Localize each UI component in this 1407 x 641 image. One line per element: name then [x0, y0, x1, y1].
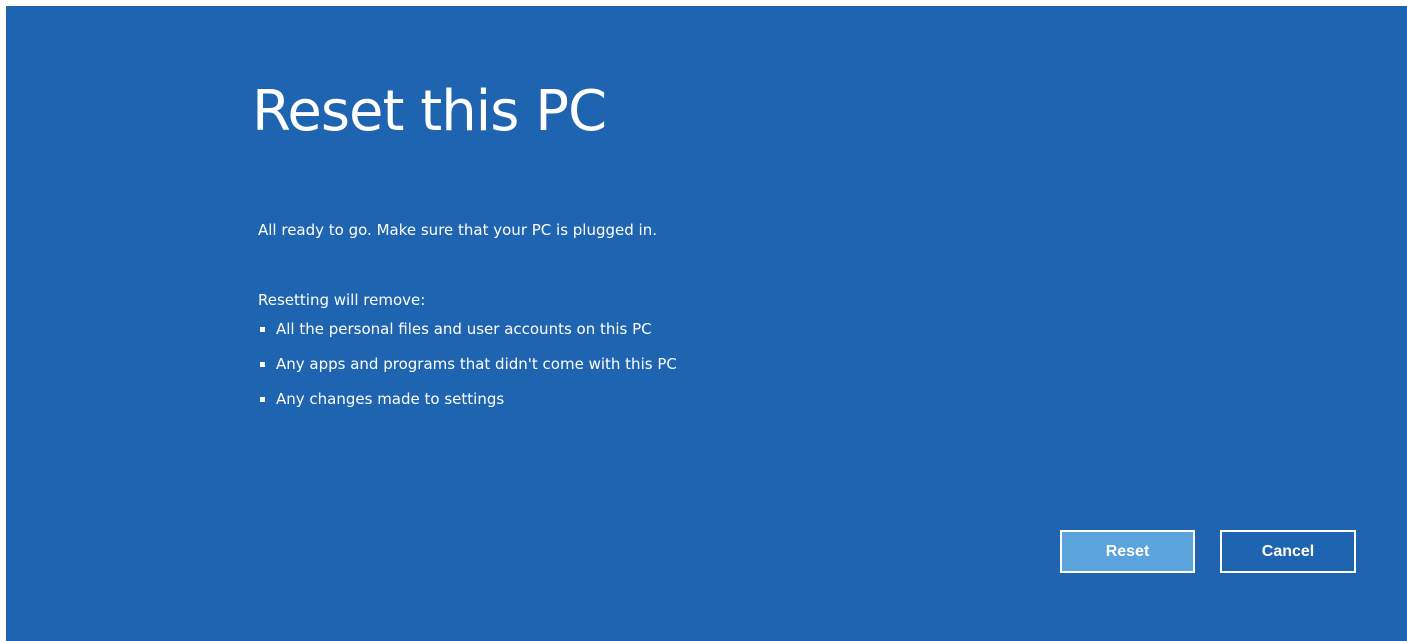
page-title: Reset this PC: [252, 79, 607, 144]
bullet-icon: [260, 327, 265, 332]
list-item: Any apps and programs that didn't come w…: [258, 354, 677, 389]
cancel-button[interactable]: Cancel: [1220, 530, 1356, 573]
list-item: Any changes made to settings: [258, 389, 677, 424]
remove-list-heading: Resetting will remove:: [258, 291, 426, 309]
list-item-text: Any changes made to settings: [276, 390, 505, 408]
bullet-icon: [260, 397, 265, 402]
list-item-text: Any apps and programs that didn't come w…: [276, 355, 677, 373]
remove-list: All the personal files and user accounts…: [258, 319, 677, 424]
status-message: All ready to go. Make sure that your PC …: [258, 221, 657, 239]
reset-pc-screen: Reset this PC All ready to go. Make sure…: [6, 6, 1407, 641]
list-item: All the personal files and user accounts…: [258, 319, 677, 354]
bullet-icon: [260, 362, 265, 367]
list-item-text: All the personal files and user accounts…: [276, 320, 652, 338]
reset-button[interactable]: Reset: [1060, 530, 1195, 573]
